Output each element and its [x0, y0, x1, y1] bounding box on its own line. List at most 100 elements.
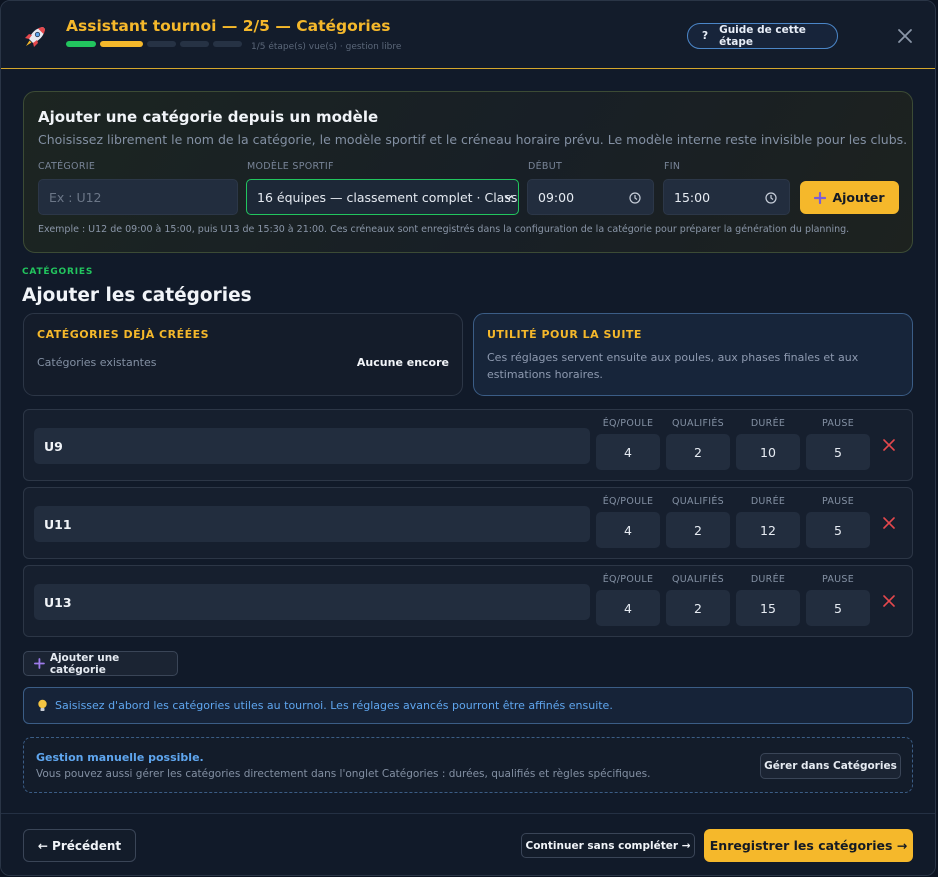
wizard-modal: Assistant tournoi — 2/5 — Catégories 1/5…: [0, 0, 936, 876]
tip-banner: Saisissez d'abord les catégories utiles …: [23, 687, 913, 724]
existing-heading: CATÉGORIES DÉJÀ CRÉÉES: [37, 328, 210, 341]
manual-management-box: Gestion manuelle possible. Vous pouvez a…: [23, 737, 913, 793]
help-icon: ?: [702, 30, 709, 42]
category-row: U13 ÉQ/POULE 4 QUALIFIÉS 2 DURÉE 15 PAUSE 5: [23, 565, 913, 637]
add-from-template-button[interactable]: Ajouter: [800, 181, 899, 214]
template-card: Ajouter une catégorie depuis un modèle C…: [23, 91, 913, 253]
teams-per-pool-col: ÉQ/POULE 4: [596, 496, 660, 548]
model-field-label: MODÈLE SPORTIF: [247, 161, 334, 172]
teams-per-pool-input[interactable]: 4: [596, 590, 660, 626]
add-label: Ajouter: [832, 190, 885, 205]
template-title: Ajouter une catégorie depuis un modèle: [38, 108, 379, 126]
pause-col: PAUSE 5: [806, 418, 870, 470]
category-name-field[interactable]: U13: [34, 584, 590, 620]
pause-input[interactable]: 5: [806, 590, 870, 626]
col-header-qualified: QUALIFIÉS: [671, 496, 725, 507]
category-name-field[interactable]: U9: [34, 428, 590, 464]
progress-step-5: [213, 41, 242, 47]
step-guide-label: Guide de cette étape: [719, 24, 806, 48]
previous-button[interactable]: ← Précédent: [23, 829, 136, 862]
manual-text: Vous pouvez aussi gérer les catégories d…: [36, 768, 651, 780]
teams-per-pool-col: ÉQ/POULE 4: [596, 574, 660, 626]
template-note: Exemple : U12 de 09:00 à 15:00, puis U13…: [38, 224, 850, 235]
pause-input[interactable]: 5: [806, 512, 870, 548]
delete-icon[interactable]: [882, 438, 896, 452]
col-header-qualified: QUALIFIÉS: [671, 574, 725, 585]
pause-col: PAUSE 5: [806, 574, 870, 626]
col-header-teams: ÉQ/POULE: [602, 418, 654, 429]
qualified-col: QUALIFIÉS 2: [666, 496, 730, 548]
template-description: Choisissez librement le nom de la catégo…: [38, 132, 908, 147]
col-header-teams: ÉQ/POULE: [602, 496, 654, 507]
lightbulb-icon: [38, 699, 47, 711]
chevron-down-icon: [504, 194, 513, 201]
progress-step-2: [100, 41, 143, 47]
duration-col: DURÉE 15: [736, 574, 800, 626]
manual-title: Gestion manuelle possible.: [36, 751, 204, 764]
existing-value: Aucune encore: [356, 356, 449, 369]
progress-step-1: [66, 41, 96, 47]
clock-icon[interactable]: [765, 192, 777, 204]
col-header-duration: DURÉE: [750, 418, 786, 429]
qualified-input[interactable]: 2: [666, 434, 730, 470]
plus-icon: [814, 191, 827, 204]
pause-input[interactable]: 5: [806, 434, 870, 470]
wizard-subtitle: 1/5 étape(s) vue(s) · gestion libre: [251, 42, 402, 52]
end-time-input[interactable]: 15:00: [663, 179, 790, 215]
progress-step-4: [180, 41, 209, 47]
add-category-button[interactable]: Ajouter une catégorie: [23, 651, 178, 676]
delete-icon[interactable]: [882, 594, 896, 608]
add-category-label: Ajouter une catégorie: [49, 651, 120, 676]
duration-input[interactable]: 12: [736, 512, 800, 548]
qualified-input[interactable]: 2: [666, 590, 730, 626]
teams-per-pool-col: ÉQ/POULE 4: [596, 418, 660, 470]
existing-label: Catégories existantes: [37, 356, 157, 369]
col-header-duration: DURÉE: [750, 574, 786, 585]
progress-step-3: [147, 41, 176, 47]
duration-col: DURÉE 12: [736, 496, 800, 548]
wizard-footer: ← Précédent Continuer sans compléter → E…: [1, 813, 935, 875]
end-time-value: 15:00: [674, 189, 711, 205]
manage-categories-button[interactable]: Gérer dans Catégories: [760, 753, 901, 779]
teams-per-pool-input[interactable]: 4: [596, 512, 660, 548]
wizard-header: Assistant tournoi — 2/5 — Catégories 1/5…: [1, 1, 935, 69]
continue-without-completing-button[interactable]: Continuer sans compléter →: [521, 833, 695, 858]
end-field-label: FIN: [664, 161, 681, 172]
col-header-duration: DURÉE: [750, 496, 786, 507]
utility-heading: UTILITÉ POUR LA SUITE: [487, 328, 642, 341]
teams-per-pool-input[interactable]: 4: [596, 434, 660, 470]
utility-text: Ces réglages servent ensuite aux poules,…: [487, 351, 859, 381]
qualified-input[interactable]: 2: [666, 512, 730, 548]
rocket-icon: [25, 27, 45, 47]
model-select-value: 16 équipes — classement complet · Classe…: [257, 189, 518, 205]
category-name-field[interactable]: U11: [34, 506, 590, 542]
col-header-qualified: QUALIFIÉS: [671, 418, 725, 429]
duration-input[interactable]: 15: [736, 590, 800, 626]
start-time-value: 09:00: [538, 189, 575, 205]
qualified-col: QUALIFIÉS 2: [666, 418, 730, 470]
utility-box: UTILITÉ POUR LA SUITE Ces réglages serve…: [473, 313, 913, 396]
existing-categories-box: CATÉGORIES DÉJÀ CRÉÉES Catégories exista…: [23, 313, 463, 396]
start-field-label: DÉBUT: [528, 161, 563, 172]
step-guide-button[interactable]: ? Guide de cette étape: [687, 23, 838, 49]
start-time-input[interactable]: 09:00: [527, 179, 654, 215]
col-header-pause: PAUSE: [821, 574, 855, 585]
col-header-pause: PAUSE: [821, 418, 855, 429]
plus-icon: [34, 658, 45, 669]
category-field-label: CATÉGORIE: [38, 161, 96, 172]
qualified-col: QUALIFIÉS 2: [666, 574, 730, 626]
category-name-input[interactable]: Ex : U12: [38, 179, 238, 215]
model-select[interactable]: 16 équipes — classement complet · Classe…: [246, 179, 519, 215]
category-row: U11 ÉQ/POULE 4 QUALIFIÉS 2 DURÉE 12 PAUSE 5: [23, 487, 913, 559]
section-title: Ajouter les catégories: [22, 285, 252, 306]
clock-icon[interactable]: [629, 192, 641, 204]
delete-icon[interactable]: [882, 516, 896, 530]
duration-input[interactable]: 10: [736, 434, 800, 470]
step-progress: [66, 41, 242, 47]
wizard-title: Assistant tournoi — 2/5 — Catégories: [66, 17, 391, 35]
save-categories-button[interactable]: Enregistrer les catégories →: [704, 829, 913, 862]
col-header-teams: ÉQ/POULE: [602, 574, 654, 585]
close-icon[interactable]: [896, 27, 914, 45]
pause-col: PAUSE 5: [806, 496, 870, 548]
duration-col: DURÉE 10: [736, 418, 800, 470]
